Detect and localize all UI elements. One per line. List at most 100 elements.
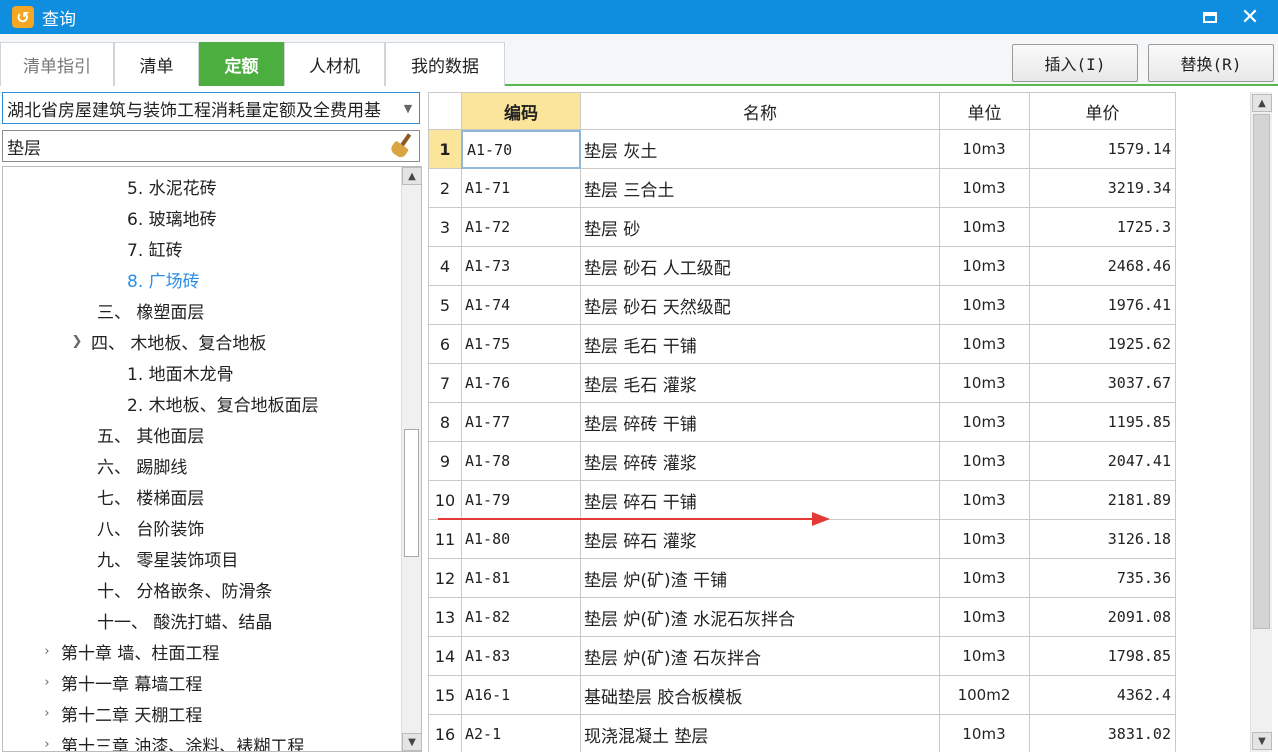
- price-cell[interactable]: 3037.67: [1029, 364, 1176, 403]
- row-number-cell[interactable]: 6: [428, 325, 462, 364]
- code-cell[interactable]: A16-1: [461, 676, 581, 715]
- code-cell[interactable]: A1-76: [461, 364, 581, 403]
- unit-cell[interactable]: 10m3: [939, 403, 1030, 442]
- name-cell[interactable]: 现浇混凝土 垫层: [580, 715, 940, 752]
- tree-item[interactable]: 5. 水泥花砖: [127, 171, 217, 202]
- tab-my-data[interactable]: 我的数据: [385, 42, 505, 86]
- row-number-cell[interactable]: 1: [428, 130, 462, 169]
- row-number-cell[interactable]: 3: [428, 208, 462, 247]
- row-number-cell[interactable]: 2: [428, 169, 462, 208]
- unit-cell[interactable]: 10m3: [939, 559, 1030, 598]
- close-button[interactable]: ✕: [1230, 0, 1270, 34]
- name-cell[interactable]: 基础垫层 胶合板模板: [580, 676, 940, 715]
- price-cell[interactable]: 2047.41: [1029, 442, 1176, 481]
- name-cell[interactable]: 垫层 砂: [580, 208, 940, 247]
- row-number-cell[interactable]: 12: [428, 559, 462, 598]
- price-cell[interactable]: 3831.02: [1029, 715, 1176, 752]
- name-cell[interactable]: 垫层 碎石 干铺: [580, 481, 940, 520]
- tree-item[interactable]: 1. 地面木龙骨: [127, 357, 234, 388]
- chevron-right-icon[interactable]: ›: [39, 706, 55, 721]
- price-cell[interactable]: 1195.85: [1029, 403, 1176, 442]
- name-cell[interactable]: 垫层 炉(矿)渣 石灰拌合: [580, 637, 940, 676]
- tree-item[interactable]: 2. 木地板、复合地板面层: [127, 388, 319, 419]
- row-number-cell[interactable]: 8: [428, 403, 462, 442]
- unit-cell[interactable]: 100m2: [939, 676, 1030, 715]
- code-cell[interactable]: A1-83: [461, 637, 581, 676]
- code-cell[interactable]: A1-72: [461, 208, 581, 247]
- tree-item[interactable]: › 第十一章 幕墙工程: [39, 667, 202, 698]
- tree-item[interactable]: 五、 其他面层: [97, 419, 204, 450]
- chevron-right-icon[interactable]: ›: [39, 737, 55, 751]
- table-scrollbar[interactable]: ▲ ▼: [1250, 92, 1272, 752]
- tree-item[interactable]: 八、 台阶装饰: [97, 512, 204, 543]
- chevron-right-icon[interactable]: ›: [39, 644, 55, 659]
- price-cell[interactable]: 1976.41: [1029, 286, 1176, 325]
- tree-item[interactable]: 十一、 酸洗打蜡、结晶: [97, 605, 272, 636]
- code-cell[interactable]: A1-75: [461, 325, 581, 364]
- row-number-cell[interactable]: 7: [428, 364, 462, 403]
- unit-cell[interactable]: 10m3: [939, 130, 1030, 169]
- tree-scrollbar[interactable]: ▲ ▼: [401, 167, 421, 751]
- search-input[interactable]: 垫层: [2, 130, 420, 162]
- name-cell[interactable]: 垫层 炉(矿)渣 水泥石灰拌合: [580, 598, 940, 637]
- tab-labor-material-machine[interactable]: 人材机: [284, 42, 385, 86]
- price-cell[interactable]: 4362.4: [1029, 676, 1176, 715]
- unit-cell[interactable]: 10m3: [939, 325, 1030, 364]
- price-cell[interactable]: 1725.3: [1029, 208, 1176, 247]
- unit-cell[interactable]: 10m3: [939, 208, 1030, 247]
- unit-cell[interactable]: 10m3: [939, 169, 1030, 208]
- tree-item[interactable]: 6. 玻璃地砖: [127, 202, 217, 233]
- column-header-price[interactable]: 单价: [1029, 92, 1176, 130]
- price-cell[interactable]: 1579.14: [1029, 130, 1176, 169]
- name-cell[interactable]: 垫层 砂石 人工级配: [580, 247, 940, 286]
- tree-item[interactable]: › 第十二章 天棚工程: [39, 698, 202, 729]
- tree-item[interactable]: 七、 楼梯面层: [97, 481, 204, 512]
- tree-item[interactable]: 7. 缸砖: [127, 233, 183, 264]
- tree-item-selected[interactable]: 8. 广场砖: [127, 264, 200, 295]
- name-cell[interactable]: 垫层 碎砖 灌浆: [580, 442, 940, 481]
- code-cell[interactable]: A1-81: [461, 559, 581, 598]
- tab-bill-guide[interactable]: 清单指引: [0, 42, 114, 86]
- name-cell[interactable]: 垫层 毛石 灌浆: [580, 364, 940, 403]
- scroll-down-icon[interactable]: ▼: [1252, 732, 1272, 750]
- code-cell[interactable]: A1-79: [461, 481, 581, 520]
- name-cell[interactable]: 垫层 三合土: [580, 169, 940, 208]
- row-number-cell[interactable]: 9: [428, 442, 462, 481]
- row-number-cell[interactable]: 10: [428, 481, 462, 520]
- row-number-cell[interactable]: 14: [428, 637, 462, 676]
- code-cell[interactable]: A2-1: [461, 715, 581, 752]
- code-cell[interactable]: A1-74: [461, 286, 581, 325]
- scroll-up-icon[interactable]: ▲: [402, 167, 421, 185]
- name-cell[interactable]: 垫层 碎砖 干铺: [580, 403, 940, 442]
- scroll-down-icon[interactable]: ▼: [402, 733, 421, 751]
- row-number-cell[interactable]: 4: [428, 247, 462, 286]
- price-cell[interactable]: 1925.62: [1029, 325, 1176, 364]
- tab-bill[interactable]: 清单: [114, 42, 199, 86]
- name-cell[interactable]: 垫层 碎石 灌浆: [580, 520, 940, 559]
- tree-item[interactable]: 六、 踢脚线: [97, 450, 187, 481]
- tab-quota[interactable]: 定额: [199, 42, 284, 86]
- code-cell[interactable]: A1-73: [461, 247, 581, 286]
- price-cell[interactable]: 2468.46: [1029, 247, 1176, 286]
- code-cell[interactable]: A1-71: [461, 169, 581, 208]
- price-cell[interactable]: 3219.34: [1029, 169, 1176, 208]
- price-cell[interactable]: 2181.89: [1029, 481, 1176, 520]
- code-cell[interactable]: A1-82: [461, 598, 581, 637]
- column-header-name[interactable]: 名称: [580, 92, 940, 130]
- clear-broom-icon[interactable]: [389, 133, 415, 160]
- row-number-cell[interactable]: 11: [428, 520, 462, 559]
- replace-button[interactable]: 替换(R): [1148, 44, 1274, 82]
- name-cell[interactable]: 垫层 炉(矿)渣 干铺: [580, 559, 940, 598]
- row-number-cell[interactable]: 16: [428, 715, 462, 752]
- unit-cell[interactable]: 10m3: [939, 364, 1030, 403]
- price-cell[interactable]: 1798.85: [1029, 637, 1176, 676]
- row-number-cell[interactable]: 5: [428, 286, 462, 325]
- scroll-thumb[interactable]: [1253, 114, 1270, 629]
- price-cell[interactable]: 2091.08: [1029, 598, 1176, 637]
- unit-cell[interactable]: 10m3: [939, 715, 1030, 752]
- chevron-right-icon[interactable]: ›: [39, 675, 55, 690]
- price-cell[interactable]: 735.36: [1029, 559, 1176, 598]
- unit-cell[interactable]: 10m3: [939, 442, 1030, 481]
- tree-item[interactable]: 九、 零星装饰项目: [97, 543, 238, 574]
- row-number-cell[interactable]: 15: [428, 676, 462, 715]
